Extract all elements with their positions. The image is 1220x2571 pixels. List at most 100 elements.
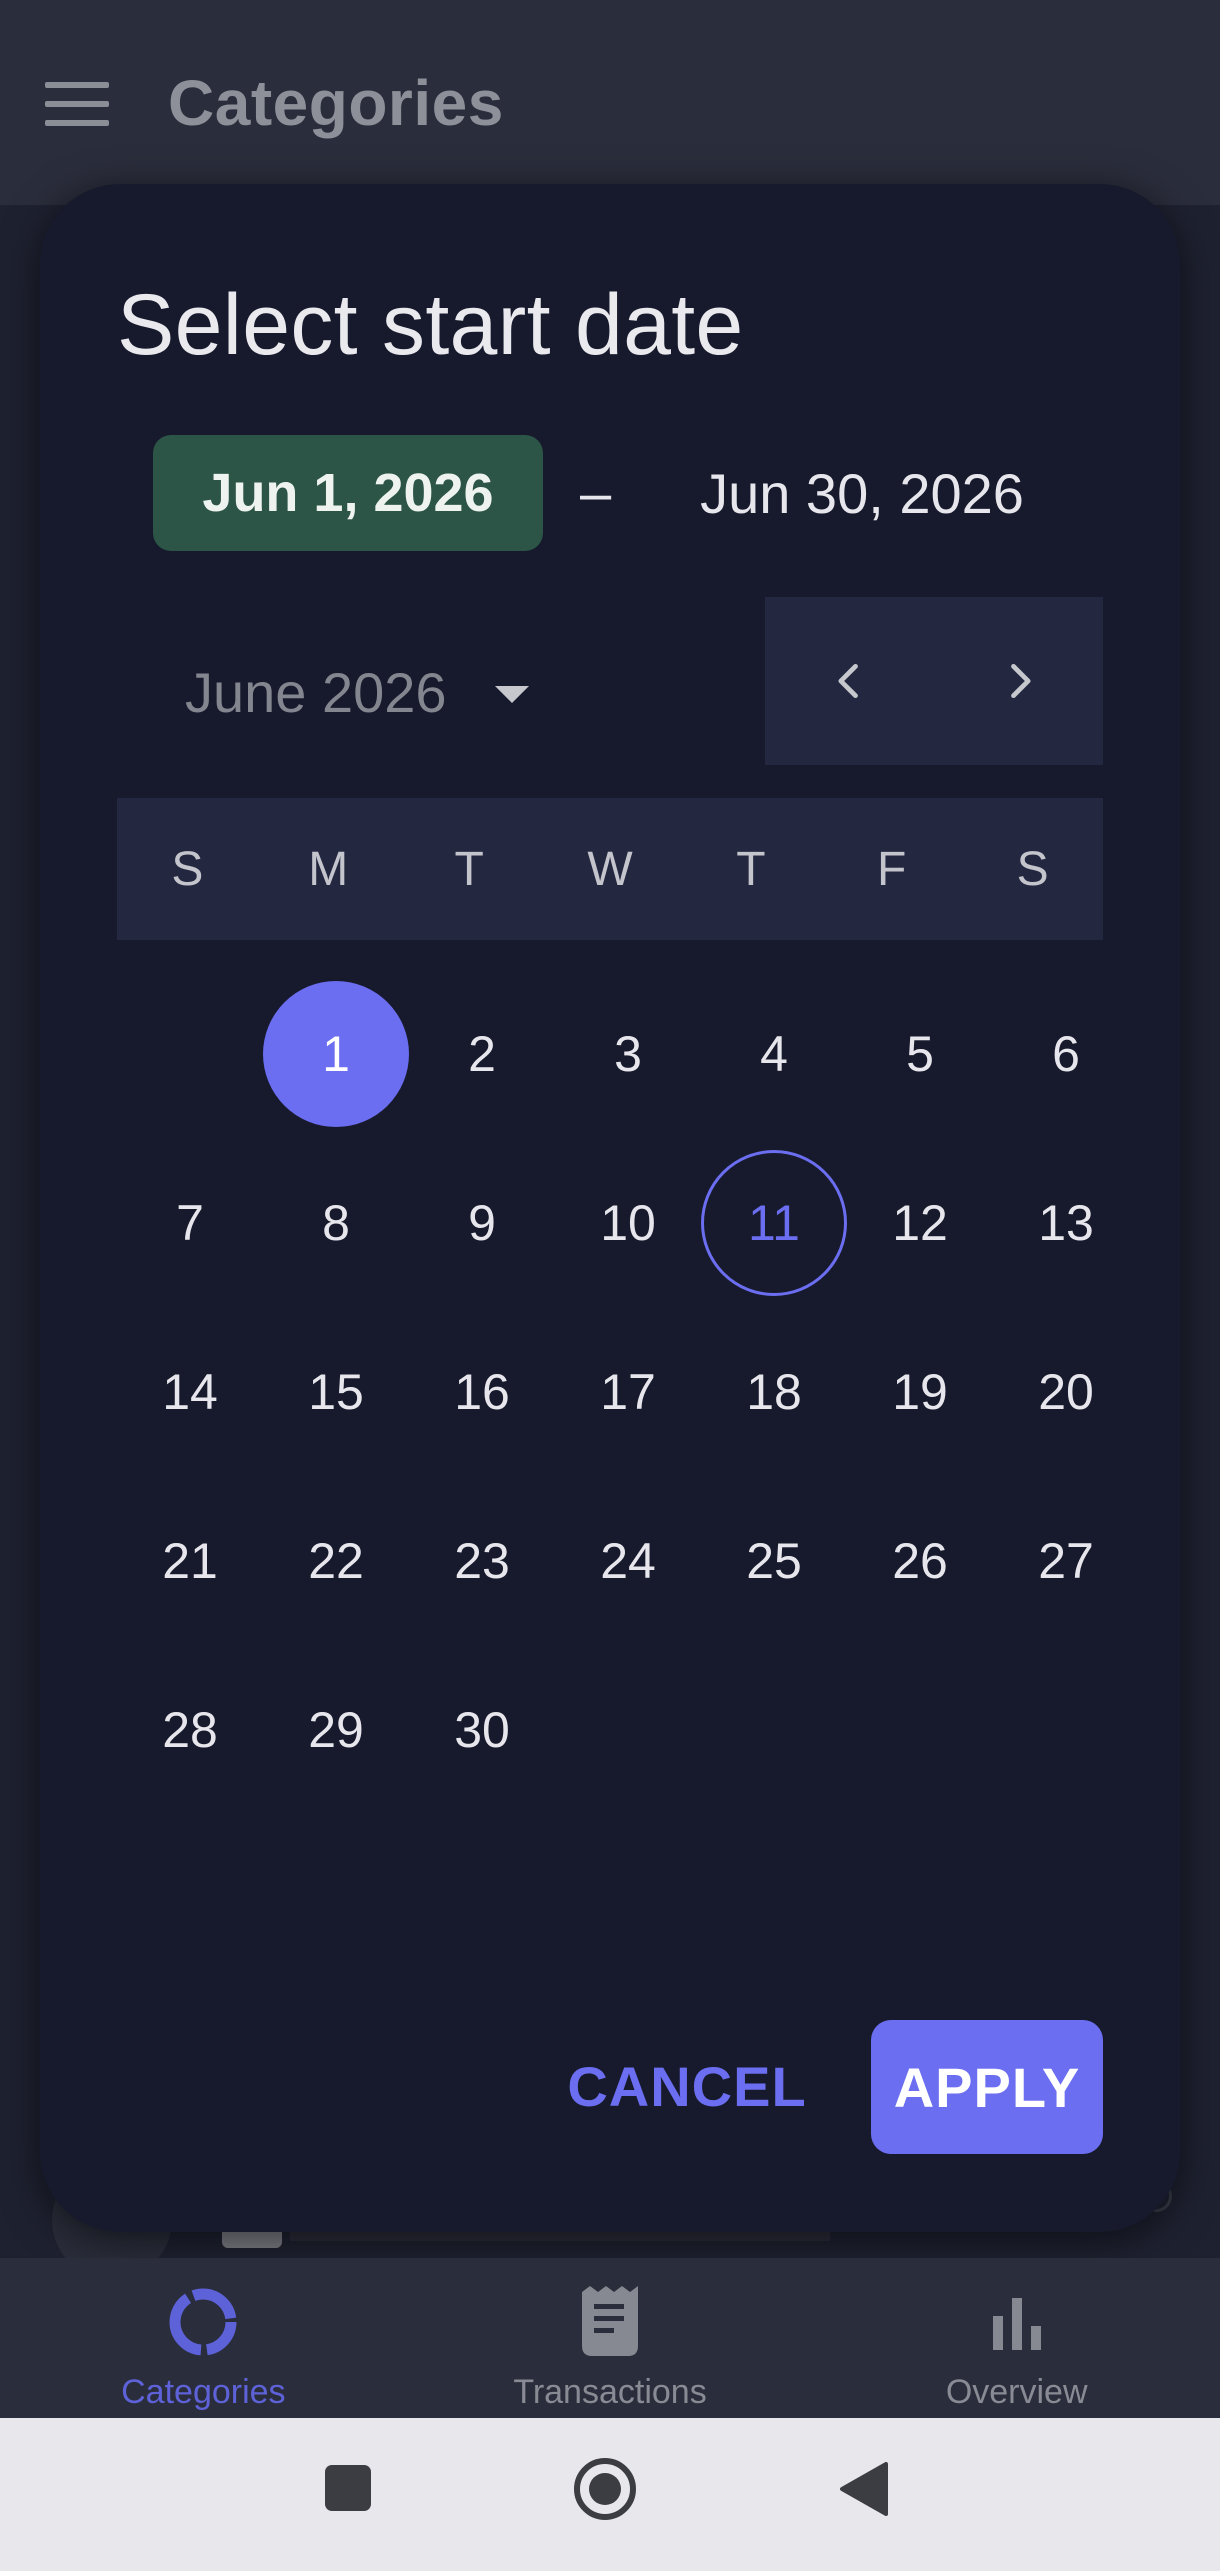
month-year-label: June 2026 xyxy=(185,660,447,724)
dropdown-arrow-icon xyxy=(494,685,529,703)
calendar-day[interactable]: 14 xyxy=(117,1307,263,1476)
calendar-day-number: 30 xyxy=(454,1701,510,1758)
weekday-label: T xyxy=(736,842,766,896)
calendar-day-number: 18 xyxy=(746,1363,802,1420)
date-range-dialog: Select start date Jun 1, 2026 – Jun 30, … xyxy=(40,184,1180,2232)
calendar-day-number: 6 xyxy=(1052,1025,1080,1082)
nav-label: Overview xyxy=(945,2373,1088,2411)
calendar-day-number: 25 xyxy=(746,1532,802,1589)
calendar-day-number: 3 xyxy=(614,1025,642,1082)
calendar-day[interactable]: 26 xyxy=(847,1476,993,1645)
calendar-day[interactable]: 3 xyxy=(555,969,701,1138)
calendar-day[interactable]: 5 xyxy=(847,969,993,1138)
calendar-day-selected[interactable]: 1 xyxy=(263,969,409,1138)
calendar-empty-cell xyxy=(847,1645,993,1814)
calendar-day[interactable]: 6 xyxy=(993,969,1139,1138)
calendar-day-number: 2 xyxy=(468,1025,496,1082)
calendar-day-number: 8 xyxy=(322,1194,350,1251)
previous-month-button[interactable] xyxy=(765,597,934,765)
calendar-day[interactable]: 9 xyxy=(409,1138,555,1307)
calendar-day[interactable]: 21 xyxy=(117,1476,263,1645)
calendar-empty-cell xyxy=(117,969,263,1138)
calendar-day[interactable]: 27 xyxy=(993,1476,1139,1645)
cancel-button[interactable]: CANCEL xyxy=(567,2019,805,2153)
app-bar: Categories xyxy=(0,0,1220,205)
triangle-back-icon xyxy=(840,2462,888,2516)
calendar-day[interactable]: 24 xyxy=(555,1476,701,1645)
weekday-header: SMTWTFS xyxy=(117,798,1103,940)
calendar-day[interactable]: 7 xyxy=(117,1138,263,1307)
calendar-day-number: 19 xyxy=(892,1363,948,1420)
chevron-right-icon xyxy=(1010,663,1031,699)
nav-item-categories[interactable]: Categories xyxy=(0,2258,407,2418)
calendar-day-today[interactable]: 11 xyxy=(701,1138,847,1307)
calendar-day-number: 15 xyxy=(308,1363,364,1420)
calendar-day[interactable]: 12 xyxy=(847,1138,993,1307)
calendar-day[interactable]: 30 xyxy=(409,1645,555,1814)
calendar-day[interactable]: 28 xyxy=(117,1645,263,1814)
start-date-chip[interactable]: Jun 1, 2026 xyxy=(153,435,543,551)
calendar-day[interactable]: 18 xyxy=(701,1307,847,1476)
calendar-day[interactable]: 20 xyxy=(993,1307,1139,1476)
calendar-day-number: 29 xyxy=(308,1701,364,1758)
calendar-empty-cell xyxy=(993,1645,1139,1814)
calendar-day-number: 16 xyxy=(454,1363,510,1420)
recents-button[interactable] xyxy=(322,2462,374,2514)
calendar-day[interactable]: 22 xyxy=(263,1476,409,1645)
calendar-day-number: 14 xyxy=(162,1363,218,1420)
menu-icon[interactable] xyxy=(45,82,109,126)
calendar-day[interactable]: 15 xyxy=(263,1307,409,1476)
calendar-day[interactable]: 23 xyxy=(409,1476,555,1645)
bottom-navigation: Categories Transactions Overview xyxy=(0,2258,1220,2418)
calendar-day-number: 23 xyxy=(454,1532,510,1589)
calendar-empty-cell xyxy=(701,1645,847,1814)
home-button[interactable] xyxy=(572,2456,638,2522)
calendar-day-number: 7 xyxy=(176,1194,204,1251)
month-year-dropdown[interactable]: June 2026 xyxy=(185,642,529,742)
nav-item-transactions[interactable]: Transactions xyxy=(407,2258,814,2418)
calendar-day-number: 21 xyxy=(162,1532,218,1589)
calendar-day[interactable]: 10 xyxy=(555,1138,701,1307)
calendar-day[interactable]: 2 xyxy=(409,969,555,1138)
weekday-label: S xyxy=(171,842,204,896)
calendar-day-number: 5 xyxy=(906,1025,934,1082)
weekday-label: T xyxy=(454,842,484,896)
nav-label: Transactions xyxy=(513,2373,707,2411)
calendar-day-number: 4 xyxy=(760,1025,788,1082)
calendar-day[interactable]: 13 xyxy=(993,1138,1139,1307)
calendar-day-number: 22 xyxy=(308,1532,364,1589)
calendar-day[interactable]: 16 xyxy=(409,1307,555,1476)
apply-button[interactable]: APPLY xyxy=(871,2020,1103,2154)
weekday-label: S xyxy=(1016,842,1049,896)
dialog-title: Select start date xyxy=(117,277,744,373)
weekday-label: F xyxy=(877,842,907,896)
calendar-day[interactable]: 17 xyxy=(555,1307,701,1476)
calendar-day[interactable]: 19 xyxy=(847,1307,993,1476)
chevron-left-icon xyxy=(837,663,858,699)
calendar-day-number: 17 xyxy=(600,1363,656,1420)
calendar-day-number: 27 xyxy=(1038,1532,1094,1589)
next-month-button[interactable] xyxy=(934,597,1103,765)
calendar-day[interactable]: 25 xyxy=(701,1476,847,1645)
donut-chart-icon xyxy=(165,2284,241,2360)
system-navigation-bar xyxy=(0,2418,1220,2571)
calendar-day-number: 26 xyxy=(892,1532,948,1589)
circle-icon xyxy=(574,2458,636,2520)
calendar-day-number: 13 xyxy=(1038,1194,1094,1251)
end-date-field[interactable]: Jun 30, 2026 xyxy=(692,435,1032,551)
calendar-day[interactable]: 4 xyxy=(701,969,847,1138)
square-icon xyxy=(325,2465,371,2511)
calendar-day-number: 12 xyxy=(892,1194,948,1251)
back-button[interactable] xyxy=(836,2460,890,2518)
calendar-day-number: 11 xyxy=(701,1149,847,1296)
weekday-label: M xyxy=(308,842,349,896)
calendar-empty-cell xyxy=(555,1645,701,1814)
app-title: Categories xyxy=(168,67,504,139)
nav-item-overview[interactable]: Overview xyxy=(813,2258,1220,2418)
calendar-day[interactable]: 8 xyxy=(263,1138,409,1307)
calendar-day-number: 24 xyxy=(600,1532,656,1589)
calendar-grid: 1 2 3 4 5 6 7 8 9 10 11 12 13 14 15 16 17 18 19 20 21 22 23 24 2… xyxy=(117,969,1103,1814)
calendar-day-number: 10 xyxy=(600,1194,656,1251)
calendar-day-number: 1 xyxy=(263,980,409,1127)
calendar-day[interactable]: 29 xyxy=(263,1645,409,1814)
